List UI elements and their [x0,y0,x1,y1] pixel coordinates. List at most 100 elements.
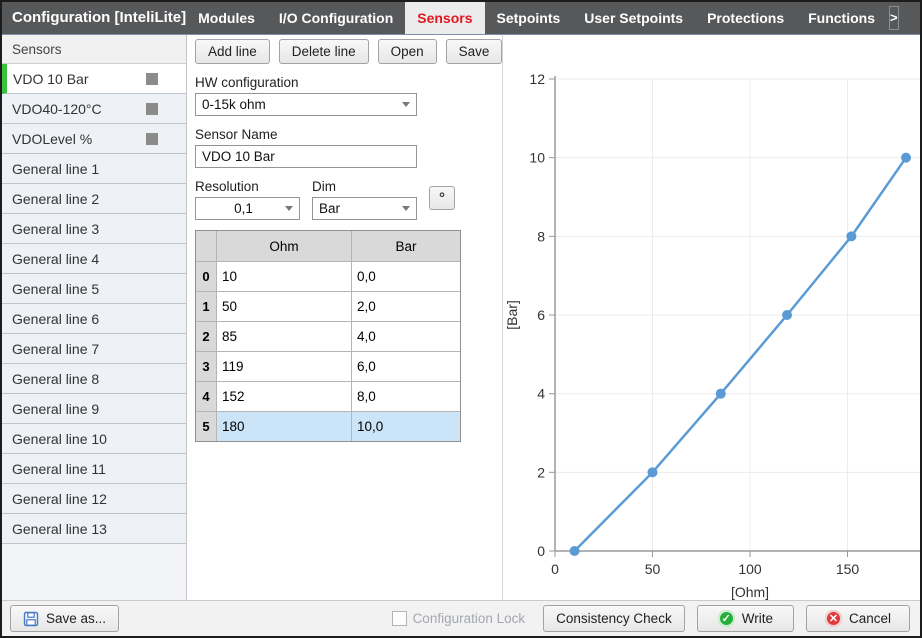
cell-bar[interactable]: 8,0 [352,381,460,411]
row-index[interactable]: 3 [196,351,217,381]
tab-user-setpoints[interactable]: User Setpoints [572,2,695,34]
sensor-status-square-icon [146,133,158,145]
column-header-ohm: Ohm [217,231,352,261]
sidebar-item-label: General line 6 [12,311,99,327]
resolution-group: Resolution 0,1 [195,168,300,220]
open-button[interactable]: Open [378,39,437,64]
data-point-marker [648,467,658,477]
write-button[interactable]: ✓ Write [697,605,794,632]
sidebar-item-general-line-2[interactable]: General line 2 [2,184,186,214]
tab-modules[interactable]: Modules [186,2,267,34]
y-tick-label: 2 [538,464,546,480]
x-tick-label: 50 [645,561,661,577]
save-button[interactable]: Save [446,39,503,64]
x-tick-label: 150 [836,561,860,577]
cell-ohm[interactable]: 10 [217,261,352,291]
sidebar-item-vdo-10-bar[interactable]: VDO 10 Bar [2,64,186,94]
cell-ohm[interactable]: 152 [217,381,352,411]
y-axis-label: [Bar] [504,300,520,330]
sidebar-item-general-line-11[interactable]: General line 11 [2,454,186,484]
sidebar-item-label: General line 2 [12,191,99,207]
sensor-name-input[interactable] [195,145,417,168]
sidebar-item-label: VDOLevel % [12,131,92,147]
tab-overflow-button[interactable]: > [889,6,899,30]
hw-configuration-label: HW configuration [195,75,502,90]
row-index[interactable]: 4 [196,381,217,411]
sensors-sidebar: Sensors VDO 10 Bar VDO40-120°C VDOLevel % G… [2,35,187,600]
tab-setpoints[interactable]: Setpoints [485,2,573,34]
footer-bar: Save as... Configuration Lock Consistenc… [2,600,920,636]
configuration-lock-checkbox[interactable] [392,611,407,626]
sidebar-item-label: VDO40-120°C [12,101,102,117]
cell-ohm[interactable]: 85 [217,321,352,351]
tab-functions[interactable]: Functions [796,2,887,34]
sidebar-item-vdo40-120-c[interactable]: VDO40-120°C [2,94,186,124]
table-row: 31196,0 [196,351,460,381]
tab-sensors[interactable]: Sensors [405,2,484,34]
configuration-lock-label: Configuration Lock [413,611,526,626]
sidebar-item-label: General line 8 [12,371,99,387]
calibration-table: OhmBar0100,01502,02854,031196,041528,051… [195,230,461,442]
consistency-check-button[interactable]: Consistency Check [543,605,685,632]
sidebar-item-general-line-9[interactable]: General line 9 [2,394,186,424]
table-row: 0100,0 [196,261,460,291]
sidebar-item-general-line-13[interactable]: General line 13 [2,514,186,544]
sidebar-item-vdolevel[interactable]: VDOLevel % [2,124,186,154]
y-tick-label: 8 [538,228,546,244]
cancel-button[interactable]: ✕ Cancel [806,605,910,632]
tab-i-o-configuration[interactable]: I/O Configuration [267,2,405,34]
row-index[interactable]: 1 [196,291,217,321]
degree-button[interactable]: ° [429,186,455,210]
sidebar-header: Sensors [2,35,186,64]
sidebar-item-label: General line 9 [12,401,99,417]
hw-configuration-value: 0-15k ohm [202,97,402,112]
resolution-dim-row: Resolution 0,1 Dim Bar ° [195,168,502,220]
table-corner-cell [196,231,217,261]
floppy-disk-icon [23,611,39,627]
footer-actions: Configuration Lock Consistency Check ✓ W… [392,605,910,632]
cell-bar[interactable]: 2,0 [352,291,460,321]
table-header-row: OhmBar [196,231,460,261]
cell-ohm[interactable]: 119 [217,351,352,381]
sidebar-item-general-line-5[interactable]: General line 5 [2,274,186,304]
save-as-button[interactable]: Save as... [10,605,119,632]
sidebar-item-general-line-3[interactable]: General line 3 [2,214,186,244]
sidebar-item-general-line-10[interactable]: General line 10 [2,424,186,454]
sidebar-item-general-line-4[interactable]: General line 4 [2,244,186,274]
row-index[interactable]: 0 [196,261,217,291]
table-row: 41528,0 [196,381,460,411]
resolution-select[interactable]: 0,1 [195,197,300,220]
table-row: 518010,0 [196,411,460,441]
window-controls: ✕ [905,2,922,34]
data-point-marker [570,546,580,556]
resolution-value: 0,1 [202,201,285,216]
hw-configuration-select[interactable]: 0-15k ohm [195,93,417,116]
cell-bar[interactable]: 6,0 [352,351,460,381]
cell-bar[interactable]: 4,0 [352,321,460,351]
delete-line-button[interactable]: Delete line [279,39,369,64]
cell-bar[interactable]: 0,0 [352,261,460,291]
sensor-list: VDO 10 Bar VDO40-120°C VDOLevel % General l… [2,64,186,544]
chevron-down-icon [285,206,293,211]
dim-value: Bar [319,201,402,216]
row-index[interactable]: 2 [196,321,217,351]
consistency-check-label: Consistency Check [556,611,672,626]
sidebar-item-general-line-6[interactable]: General line 6 [2,304,186,334]
data-point-marker [716,389,726,399]
add-line-button[interactable]: Add line [195,39,270,64]
sidebar-item-general-line-12[interactable]: General line 12 [2,484,186,514]
tab-protections[interactable]: Protections [695,2,796,34]
sidebar-item-general-line-8[interactable]: General line 8 [2,364,186,394]
row-index[interactable]: 5 [196,411,217,441]
cell-ohm[interactable]: 50 [217,291,352,321]
sidebar-item-general-line-7[interactable]: General line 7 [2,334,186,364]
data-point-marker [782,310,792,320]
dim-select[interactable]: Bar [312,197,417,220]
cell-bar[interactable]: 10,0 [352,411,460,441]
table-row: 2854,0 [196,321,460,351]
sensor-status-square-icon [146,103,158,115]
dim-group: Dim Bar [312,168,417,220]
sidebar-item-general-line-1[interactable]: General line 1 [2,154,186,184]
cell-ohm[interactable]: 180 [217,411,352,441]
main-area: Sensors VDO 10 Bar VDO40-120°C VDOLevel % G… [2,35,920,600]
